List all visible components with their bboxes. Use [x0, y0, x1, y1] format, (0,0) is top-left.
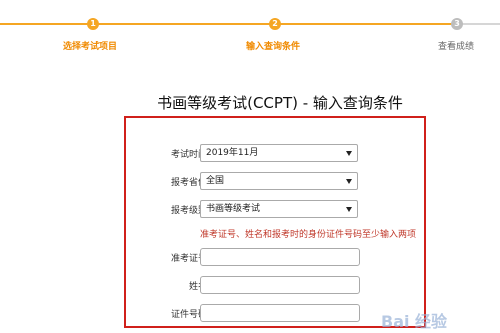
- progress-track-done: [0, 23, 455, 25]
- level-value: 书画等级考试: [206, 204, 261, 214]
- province-value: 全国: [206, 176, 225, 186]
- step-2-label: 输入查询条件: [246, 42, 301, 52]
- step-1-label: 选择考试项目: [63, 42, 118, 52]
- province-row: 报考省份: 全国: [126, 172, 424, 192]
- ticket-no-row: 准考证号:: [126, 248, 424, 268]
- page-title: 书画等级考试(CCPT) - 输入查询条件: [157, 94, 403, 112]
- province-select[interactable]: 全国: [200, 172, 358, 190]
- baidu-jingyan-watermark: Bai 经验: [381, 312, 448, 331]
- step-3-marker: 3: [451, 18, 463, 30]
- ticket-no-input[interactable]: [200, 248, 360, 266]
- step-3-label: 查看成绩: [438, 42, 475, 52]
- exam-time-row: 考试时间: 2019年11月: [126, 144, 424, 164]
- query-form: 考试时间: 2019年11月 报考省份: 全国 报考级别: 书画等级考试 准考证…: [124, 116, 426, 328]
- input-hint: 准考证号、姓名和报考时的身份证件号码至少输入两项: [200, 230, 417, 240]
- level-row: 报考级别: 书画等级考试: [126, 200, 424, 220]
- exam-time-select[interactable]: 2019年11月: [200, 144, 358, 162]
- id-no-row: 证件号码:: [126, 304, 424, 324]
- name-input[interactable]: [200, 276, 360, 294]
- dropdown-arrow-icon: [346, 207, 352, 212]
- id-no-input[interactable]: [200, 304, 360, 322]
- step-2-marker: 2: [269, 18, 281, 30]
- name-row: 姓名:: [126, 276, 424, 296]
- dropdown-arrow-icon: [346, 179, 352, 184]
- exam-time-value: 2019年11月: [206, 148, 259, 158]
- step-progress: 1 选择考试项目 2 输入查询条件 3 查看成绩: [0, 0, 500, 60]
- dropdown-arrow-icon: [346, 151, 352, 156]
- step-1-marker: 1: [87, 18, 99, 30]
- level-select[interactable]: 书画等级考试: [200, 200, 358, 218]
